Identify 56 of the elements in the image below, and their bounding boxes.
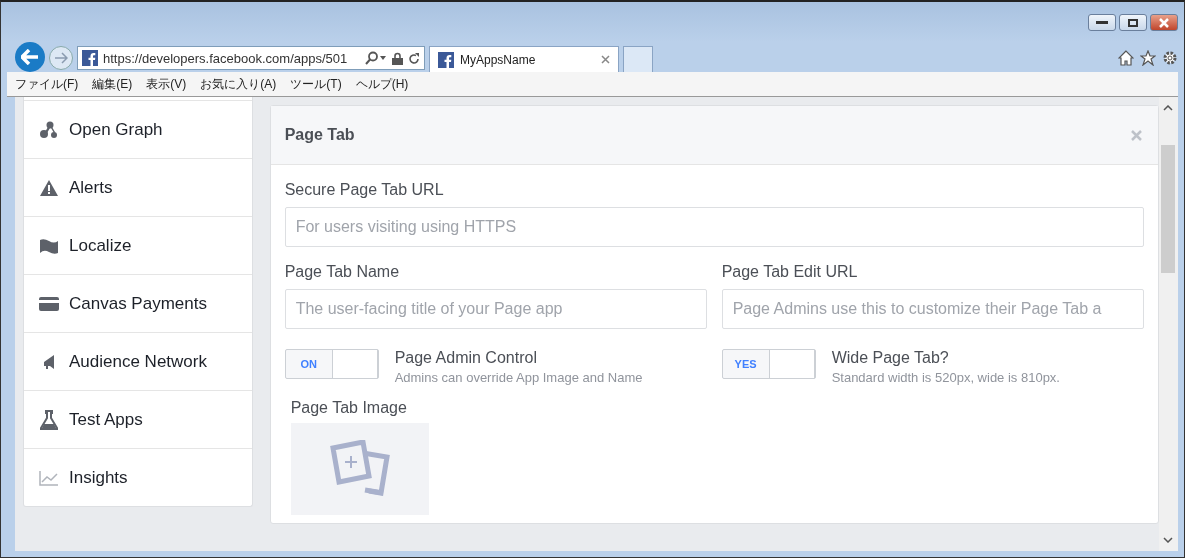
close-icon (1158, 17, 1170, 28)
credit-card-icon (39, 296, 59, 311)
close-button[interactable] (1150, 14, 1178, 31)
field-label: Page Tab Image (290, 399, 408, 417)
refresh-icon[interactable] (408, 51, 420, 65)
home-icon[interactable] (1118, 50, 1134, 66)
address-bar[interactable]: https://developers.facebook.com/apps/501 (77, 46, 425, 70)
facebook-logo-icon (82, 50, 98, 66)
toggle-title: Page Admin Control (394, 349, 538, 367)
scrollbar-thumb[interactable] (1161, 145, 1176, 273)
sidebar-item[interactable]: Alerts (24, 158, 252, 216)
minimize-icon (1096, 20, 1108, 25)
line-chart-icon (39, 469, 59, 486)
menu-item[interactable]: 表示(V) (146, 75, 187, 93)
input-field[interactable]: The user-facing title of your Page app (284, 289, 707, 329)
megaphone-icon (43, 353, 55, 370)
sidebar-item[interactable]: Insights (24, 448, 252, 506)
menu-item[interactable]: お気に入り(A) (200, 75, 277, 93)
browser-tab[interactable]: MyAppsName (429, 46, 619, 72)
menu-item[interactable]: 編集(E) (92, 75, 133, 93)
left-arrow-icon (21, 49, 39, 65)
flag-icon (39, 237, 59, 254)
search-icon[interactable] (365, 51, 387, 65)
sidebar-item[interactable]: Localize (24, 216, 252, 274)
back-button[interactable] (15, 42, 45, 72)
scroll-up-icon[interactable] (1163, 105, 1174, 111)
card-title: Page Tab (284, 126, 355, 144)
field-label: Page Tab Edit URL (721, 263, 859, 281)
flask-icon (40, 409, 58, 430)
menu-item[interactable]: ヘルプ(H) (355, 75, 409, 93)
menu-item[interactable]: ファイル(F) (15, 75, 79, 93)
scrollbar[interactable] (1158, 97, 1178, 551)
sidebar-item[interactable]: Open Graph (24, 100, 252, 158)
sidebar-item[interactable]: Canvas Payments (24, 274, 252, 332)
scroll-down-icon[interactable] (1163, 537, 1174, 543)
right-arrow-icon (54, 52, 68, 64)
warning-icon (39, 178, 59, 197)
maximize-icon (1128, 18, 1138, 27)
toggle-description: Standard width is 520px, wide is 810px. (831, 370, 1060, 385)
field-label: Secure Page Tab URL (284, 181, 445, 199)
settings-icon[interactable] (1162, 50, 1178, 66)
facebook-logo-icon (438, 51, 454, 68)
graph-nodes-icon (39, 120, 59, 139)
input-field[interactable]: For users visiting using HTTPS (284, 207, 1144, 247)
maximize-button[interactable] (1119, 14, 1147, 31)
minimize-button[interactable] (1088, 14, 1116, 31)
sidebar-item[interactable]: Test Apps (24, 390, 252, 448)
toggle-title: Wide Page Tab? (831, 349, 950, 367)
menu-item[interactable]: ツール(T) (290, 75, 342, 93)
close-tab-icon[interactable] (601, 55, 610, 64)
sidebar-item[interactable]: Audience Network (24, 332, 252, 390)
toggle-description: Admins can override App Image and Name (394, 370, 643, 385)
field-label: Page Tab Name (284, 263, 401, 281)
star-icon[interactable] (1140, 50, 1156, 66)
lock-icon (392, 51, 403, 65)
input-field[interactable]: Page Admins use this to customize their Page Tab a (721, 289, 1144, 329)
